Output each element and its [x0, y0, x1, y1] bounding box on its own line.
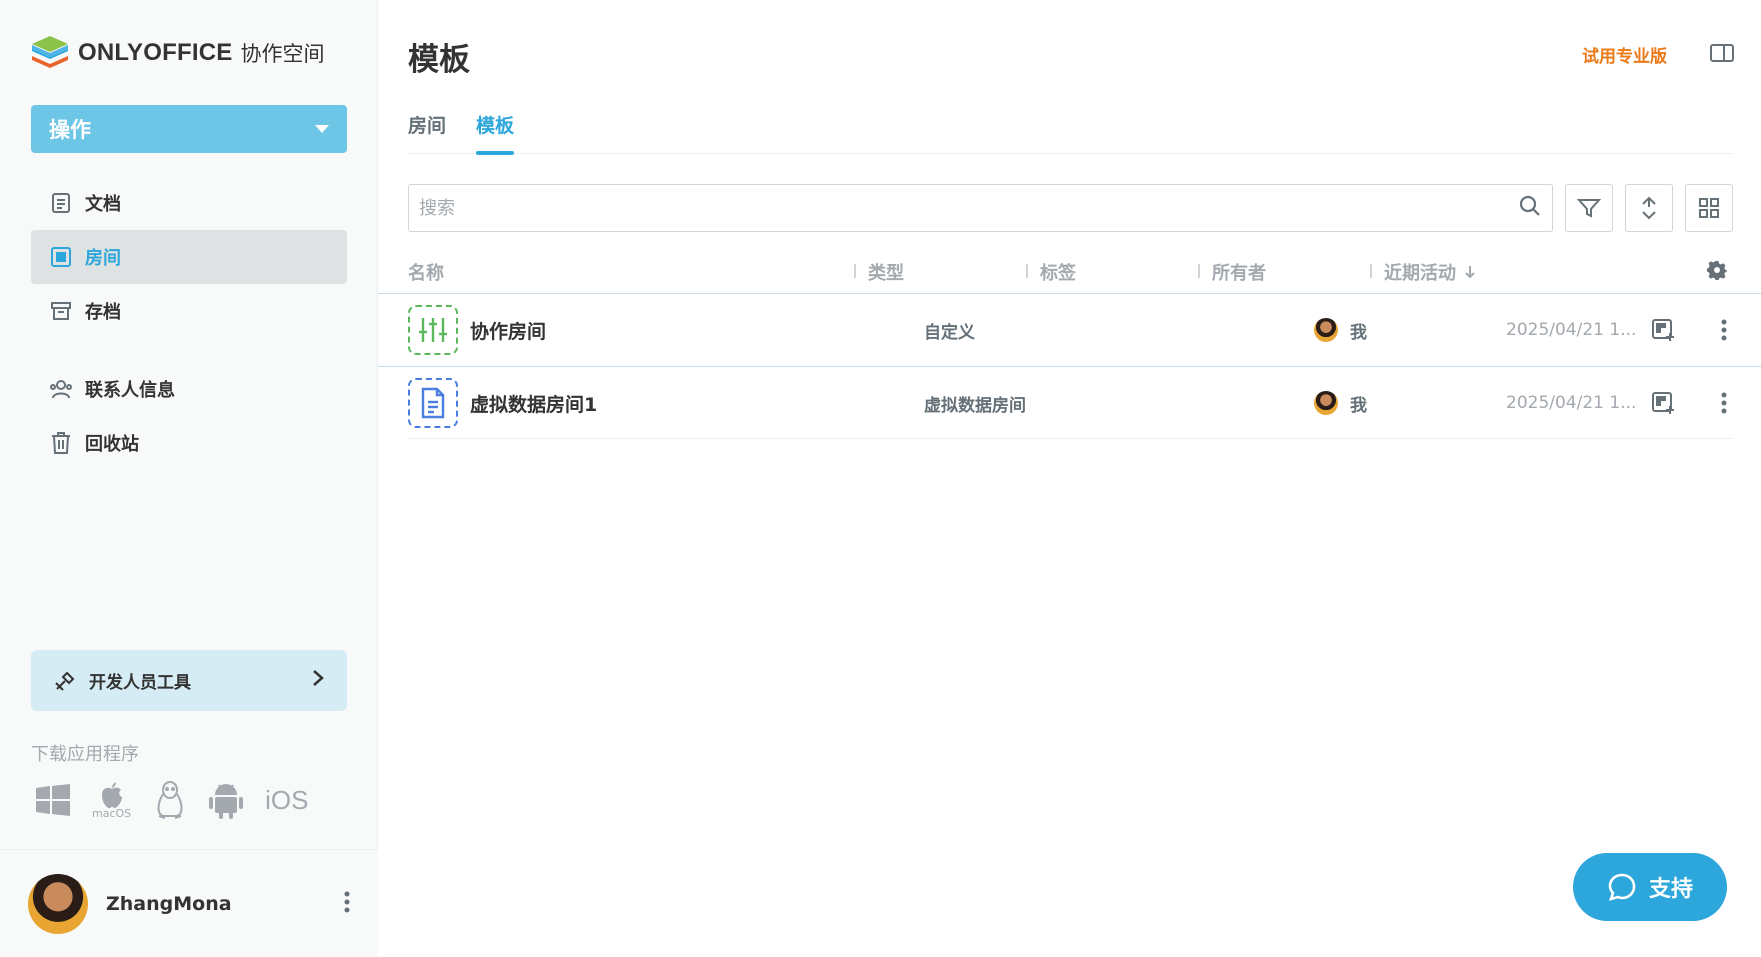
create-room-icon[interactable]	[1651, 318, 1677, 342]
tabs: 房间 模板	[408, 110, 1733, 155]
filter-icon	[1577, 199, 1601, 218]
sidebar-item-documents[interactable]: 文档	[31, 176, 347, 230]
sidebar-item-archive[interactable]: 存档	[31, 284, 347, 338]
column-name[interactable]: 名称	[408, 259, 868, 285]
trash-icon	[49, 431, 73, 455]
room-type: 自定义	[924, 322, 975, 343]
room-name: 虚拟数据房间1	[470, 393, 598, 416]
sidebar-item-rooms[interactable]: 房间	[31, 230, 347, 284]
android-icon[interactable]	[209, 781, 244, 819]
macos-label: macOS	[92, 806, 132, 820]
more-vertical-icon[interactable]	[1721, 318, 1727, 342]
platform-links: macOS iOS	[36, 780, 309, 820]
column-tags[interactable]: 标签	[1026, 259, 1212, 285]
table-header: 名称 类型 标签 所有者 近期活动	[408, 250, 1733, 294]
wrench-icon	[53, 669, 77, 693]
room-owner: 我	[1314, 391, 1367, 416]
download-apps-title: 下载应用程序	[31, 744, 139, 765]
filter-button[interactable]	[1565, 184, 1613, 232]
sort-icon	[1642, 196, 1656, 220]
more-vertical-icon[interactable]	[1721, 391, 1727, 415]
settings-gear-icon[interactable]	[1707, 260, 1727, 285]
table-row[interactable]: 虚拟数据房间1 虚拟数据房间 我 2025/04/21 1...	[408, 367, 1733, 439]
ios-icon[interactable]: iOS	[265, 785, 308, 816]
actions-button[interactable]: 操作	[31, 105, 347, 153]
actions-label: 操作	[49, 118, 91, 142]
custom-room-icon	[408, 305, 458, 355]
macos-icon[interactable]: macOS	[92, 781, 131, 820]
vdr-room-icon	[408, 378, 458, 428]
brand-subtitle: 协作空间	[240, 42, 325, 66]
info-panel-icon[interactable]	[1709, 42, 1735, 68]
avatar[interactable]	[28, 873, 88, 934]
sidebar-nav: 文档 房间 存档 联系人信息 回收站	[31, 176, 347, 470]
rooms-icon	[49, 245, 73, 269]
toolbar	[408, 184, 1733, 232]
create-room-icon[interactable]	[1651, 391, 1677, 415]
app-window: ONLYOFFICE 协作空间 操作 文档 房间 存档 联系人信息 回收站 开发…	[0, 0, 1761, 957]
column-owner[interactable]: 所有者	[1198, 259, 1384, 285]
sidebar-item-label: 房间	[85, 248, 121, 269]
avatar	[1314, 318, 1338, 342]
column-type[interactable]: 类型	[854, 259, 1040, 285]
sidebar-item-label: 回收站	[85, 434, 139, 455]
avatar	[1314, 391, 1338, 415]
sidebar-item-label: 文档	[85, 194, 121, 215]
onlyoffice-logo-icon	[32, 36, 68, 68]
try-pro-link[interactable]: 试用专业版	[1582, 42, 1667, 67]
logo[interactable]: ONLYOFFICE 协作空间	[30, 34, 324, 72]
brand-name: ONLYOFFICE	[78, 39, 233, 66]
developer-tools-label: 开发人员工具	[89, 673, 191, 693]
support-label: 支持	[1648, 877, 1693, 902]
tab-templates[interactable]: 模板	[476, 110, 515, 155]
sort-button[interactable]	[1625, 184, 1673, 232]
page-title: 模板	[408, 42, 470, 78]
sidebar-item-contacts[interactable]: 联系人信息	[31, 362, 347, 416]
support-button[interactable]: 支持	[1573, 853, 1727, 921]
ios-label: iOS	[265, 784, 309, 815]
user-profile: ZhangMona	[0, 849, 378, 957]
chat-bubble-icon	[1608, 873, 1636, 901]
search-input[interactable]	[419, 197, 1518, 219]
room-type: 虚拟数据房间	[924, 395, 1026, 416]
caret-down-icon	[315, 125, 329, 133]
windows-icon[interactable]	[36, 784, 70, 816]
linux-icon[interactable]	[153, 780, 187, 820]
archive-icon	[49, 299, 73, 323]
search-icon[interactable]	[1518, 194, 1542, 222]
more-vertical-icon[interactable]	[344, 890, 350, 918]
table-row[interactable]: 协作房间 自定义 我 2025/04/21 1...	[408, 294, 1733, 366]
last-activity: 2025/04/21 1...	[1506, 320, 1637, 340]
room-name: 协作房间	[470, 320, 547, 343]
last-activity: 2025/04/21 1...	[1506, 393, 1637, 413]
room-owner: 我	[1314, 318, 1367, 343]
sidebar-item-label: 联系人信息	[85, 380, 175, 401]
profile-name: ZhangMona	[106, 892, 232, 915]
sidebar-item-trash[interactable]: 回收站	[31, 416, 347, 470]
sidebar: ONLYOFFICE 协作空间 操作 文档 房间 存档 联系人信息 回收站 开发…	[0, 0, 378, 957]
document-icon	[49, 191, 73, 215]
tab-rooms[interactable]: 房间	[408, 110, 446, 154]
view-toggle-button[interactable]	[1685, 184, 1733, 232]
contacts-icon	[49, 377, 73, 401]
chevron-right-icon	[311, 668, 325, 693]
developer-tools-button[interactable]: 开发人员工具	[31, 650, 347, 711]
search-box	[408, 184, 1553, 232]
arrow-down-icon	[1465, 266, 1475, 279]
sidebar-item-label: 存档	[85, 302, 121, 323]
column-activity[interactable]: 近期活动	[1370, 259, 1564, 285]
grid-view-icon	[1699, 198, 1719, 218]
main-content: 模板 试用专业版 房间 模板 搜索 名称 类型 标签 所有者 近期活动 协作房间…	[378, 0, 1761, 957]
